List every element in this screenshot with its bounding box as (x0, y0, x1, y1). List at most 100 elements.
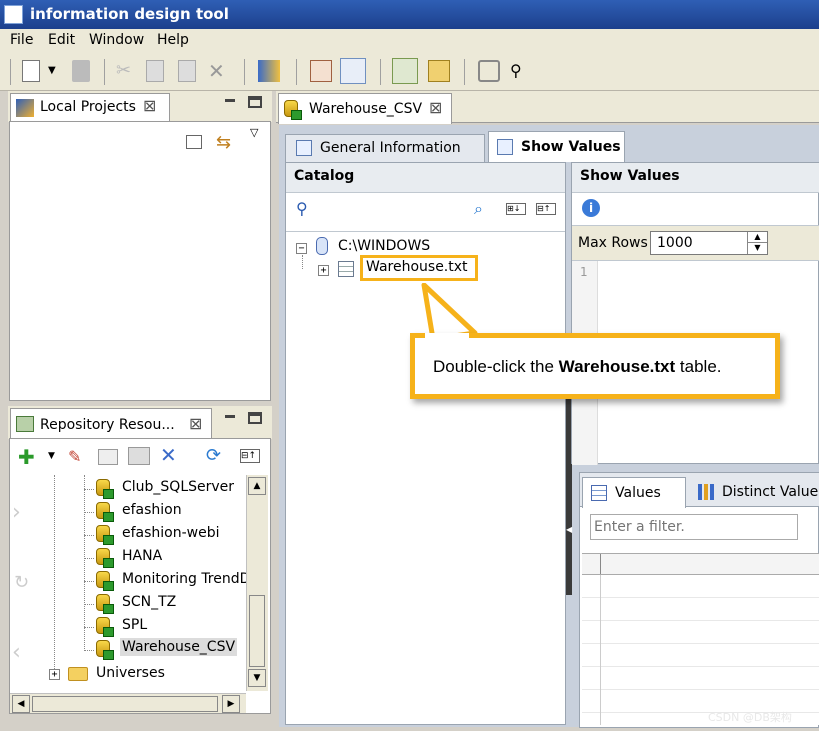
scroll-thumb[interactable] (32, 696, 218, 712)
instruction-callout: Double-click the Warehouse.txt table. (410, 333, 780, 399)
scroll-thumb[interactable] (249, 595, 265, 667)
repository-hscrollbar[interactable]: ◀ ▶ (10, 693, 246, 713)
tab-general-information[interactable]: General Information (285, 134, 485, 162)
catalog-header: Catalog (286, 163, 565, 193)
max-rows-value[interactable]: 1000 (657, 235, 693, 251)
view-menu-icon[interactable]: ▽ (250, 126, 258, 139)
maximize-icon[interactable] (248, 96, 262, 108)
repository-view-icon[interactable] (392, 58, 418, 84)
maximize-icon[interactable] (248, 412, 262, 424)
tree-item-hana[interactable]: HANA (122, 548, 162, 564)
expand-icon[interactable]: + (318, 265, 329, 276)
tree-item-warehouse-csv[interactable]: Warehouse_CSV (120, 638, 238, 656)
database-icon (316, 237, 328, 255)
scroll-left-icon[interactable]: ◀ (12, 695, 30, 713)
max-rows-label: Max Rows (578, 235, 648, 251)
universe-icon (96, 617, 114, 637)
local-projects-tab[interactable]: Local Projects ⊠ (10, 93, 170, 122)
search-icon[interactable]: ⌕ (474, 199, 483, 219)
collapse-icon[interactable]: − (296, 243, 307, 254)
tree-item-efashion[interactable]: efashion (122, 502, 182, 518)
tree-item-spl[interactable]: SPL (122, 617, 147, 633)
refresh-icon[interactable]: ⟳ (206, 445, 221, 466)
tree-item-efashion-webi[interactable]: efashion-webi (122, 525, 220, 541)
filter-input[interactable] (590, 514, 798, 540)
collapse-all-icon[interactable] (186, 135, 202, 149)
save-icon[interactable] (72, 60, 90, 82)
spinner-down-icon[interactable]: ▼ (747, 243, 767, 254)
table-icon (591, 485, 607, 501)
repository-tab[interactable]: Repository Resou... ⊠ (10, 408, 212, 439)
delete-icon[interactable]: ✕ (208, 60, 230, 82)
paste-resource-icon[interactable] (128, 447, 150, 465)
tree-item-scn-tz[interactable]: SCN_TZ (122, 594, 176, 610)
close-icon[interactable]: ⊠ (189, 414, 202, 433)
dropdown-arrow-icon[interactable]: ▼ (48, 60, 60, 82)
menu-file[interactable]: File (10, 32, 33, 48)
check-integrity-icon[interactable] (478, 60, 500, 82)
values-grid-header (582, 553, 819, 575)
close-icon[interactable]: ⊠ (429, 98, 442, 117)
repository-vscrollbar[interactable]: ▲ ▼ (246, 475, 268, 691)
binoculars-icon[interactable]: ⚲ (510, 60, 532, 82)
scroll-right-icon[interactable]: ▶ (222, 695, 240, 713)
tab-show-values[interactable]: Show Values (488, 131, 625, 162)
scroll-up-icon[interactable]: ▲ (248, 477, 266, 495)
tree-item-club-sqlserver[interactable]: Club_SQLServer (122, 479, 234, 495)
catalog-table-warehouse[interactable]: Warehouse.txt (366, 259, 468, 275)
tab-values[interactable]: Values (582, 477, 686, 508)
bar-chart-icon (698, 484, 714, 500)
max-rows-spinner[interactable]: 1000 ▲ ▼ (650, 231, 768, 255)
close-icon[interactable]: ⊠ (143, 96, 156, 115)
menu-help[interactable]: Help (157, 32, 189, 48)
business-layer-icon[interactable] (310, 60, 332, 82)
tab-distinct-values[interactable]: Distinct Values (690, 480, 819, 506)
overlay-next-icon: › (12, 500, 21, 525)
edit-icon[interactable]: ✎ (68, 447, 88, 466)
link-editor-icon[interactable]: ⇆ (216, 132, 236, 153)
window-title-bar: information design tool (0, 0, 819, 29)
universe-icon (96, 548, 114, 568)
minimize-icon[interactable] (223, 95, 237, 107)
editor-tab-warehouse-csv[interactable]: Warehouse_CSV ⊠ (278, 93, 452, 124)
callout-bold: Warehouse.txt (558, 357, 676, 376)
repository-icon (16, 416, 34, 432)
catalog-root[interactable]: C:\WINDOWS (338, 238, 430, 254)
universe-icon (96, 502, 114, 522)
expand-all-icon[interactable]: ⊞↓ (506, 203, 526, 215)
dropdown-arrow-icon[interactable]: ▼ (48, 451, 55, 461)
menu-window[interactable]: Window (89, 32, 144, 48)
tree-item-universes[interactable]: Universes (96, 665, 165, 681)
overlay-prev-icon: ‹ (12, 640, 21, 665)
menu-edit[interactable]: Edit (48, 32, 75, 48)
collapse-all-icon[interactable]: ⊟↑ (536, 203, 556, 215)
info-icon: i (582, 199, 600, 217)
minimize-icon[interactable] (223, 411, 237, 423)
local-projects-view-icon[interactable] (340, 58, 366, 84)
spinner-up-icon[interactable]: ▲ (747, 232, 767, 243)
universe-icon (96, 479, 114, 499)
scroll-down-icon[interactable]: ▼ (248, 669, 266, 687)
paste-icon[interactable] (178, 60, 196, 82)
delete-icon[interactable]: ✕ (160, 443, 177, 467)
catalog-pane: Catalog ⚲ ⌕ ⊞↓ ⊟↑ − C:\WINDOWS + Warehou… (285, 162, 566, 725)
copy-resource-icon[interactable] (98, 449, 118, 465)
security-editor-icon[interactable] (428, 60, 450, 82)
tree-item-monitoring[interactable]: Monitoring TrendDl (122, 571, 246, 587)
callout-text: Double-click the Warehouse.txt table. (433, 357, 722, 377)
show-values-pane: Show Values i Max Rows 1000 ▲ ▼ 1 (571, 162, 819, 465)
show-values-icon (497, 139, 513, 155)
warehouse-table-highlight[interactable]: Warehouse.txt (360, 255, 478, 281)
copy-icon[interactable] (146, 60, 164, 82)
editor-content: General Information Show Values Catalog … (279, 125, 819, 728)
new-file-icon[interactable] (22, 60, 40, 82)
add-icon[interactable]: ✚ (18, 445, 35, 469)
connection-icon[interactable] (258, 60, 280, 82)
collapse-arrow-icon[interactable]: ◀ (566, 525, 572, 534)
cut-icon[interactable]: ✂ (116, 60, 138, 82)
collapse-all-icon[interactable]: ⊟↑ (240, 449, 260, 463)
expand-icon[interactable]: + (49, 669, 60, 680)
binoculars-icon[interactable]: ⚲ (296, 199, 308, 218)
editor-tab-strip: Warehouse_CSV ⊠ (276, 91, 819, 124)
repository-header: Repository Resou... ⊠ (8, 406, 272, 439)
